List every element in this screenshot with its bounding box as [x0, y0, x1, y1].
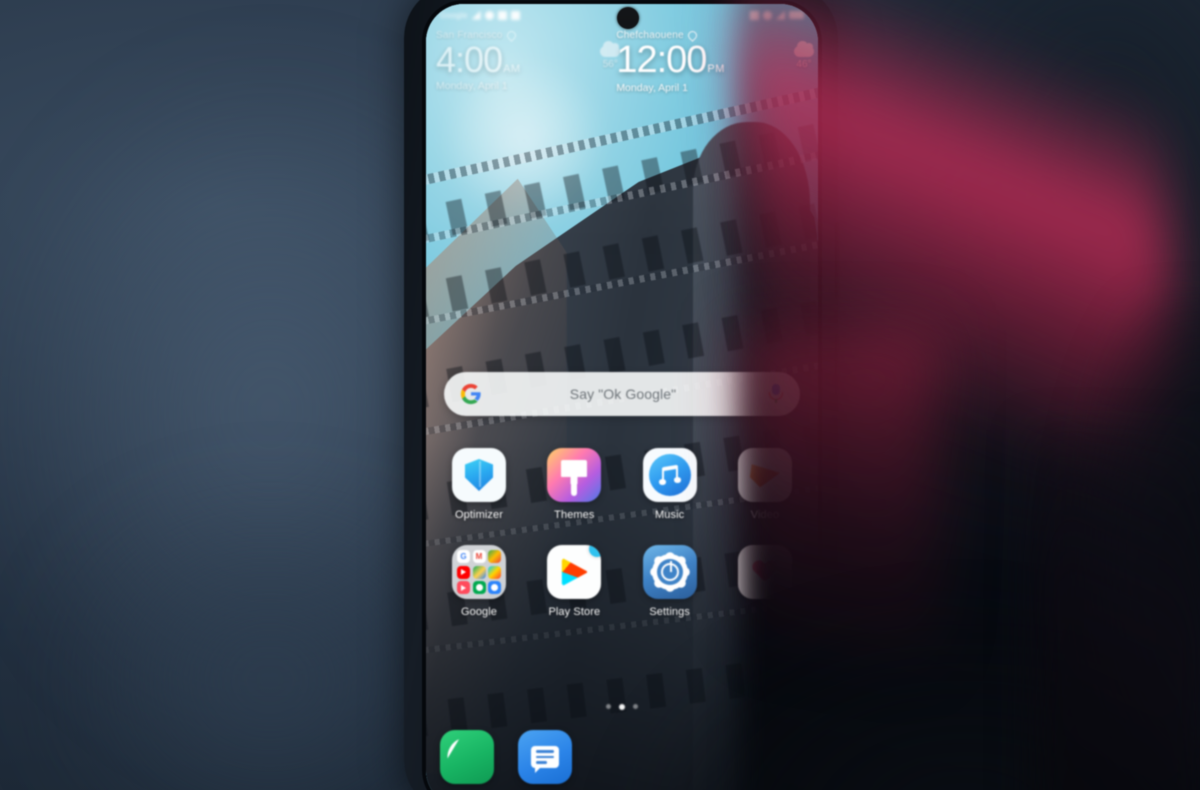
message-bubble-icon [531, 746, 559, 773]
status-bar-left: Google [440, 10, 520, 20]
clock-left-meridiem: AM [503, 63, 521, 75]
clock-right-time: 12:00 [616, 39, 707, 81]
dock-app-phone[interactable] [440, 730, 494, 784]
app-label: Google [460, 606, 498, 618]
app-themes[interactable]: Themes [535, 448, 613, 521]
app-folder-google[interactable]: G M Google [440, 545, 518, 618]
folder-item-gmail: M [472, 550, 486, 563]
folder-item-maps [488, 550, 501, 563]
app-optimizer[interactable]: Optimizer [440, 448, 518, 521]
shield-icon[interactable] [452, 448, 506, 502]
clock-left-date: Monday, April 1 [436, 79, 508, 92]
clock-widget-left[interactable]: San Francisco 4:00 AM Monday, April 1 56… [426, 29, 621, 116]
folder-item-drive [472, 565, 486, 579]
folder-icon[interactable]: G M [452, 545, 506, 599]
bluetooth-icon [484, 10, 494, 20]
carrier-label: Google [440, 10, 468, 20]
app-music[interactable]: Music [631, 448, 709, 521]
foreground-blur-bottom [560, 540, 1200, 790]
app-label: Themes [554, 509, 595, 521]
folder-item-google: G [457, 550, 470, 563]
punch-hole-camera [617, 7, 639, 29]
app-label: Music [655, 509, 685, 521]
app-label: Optimizer [455, 509, 503, 521]
folder-item-duo [472, 581, 486, 594]
music-note-icon[interactable] [642, 448, 697, 502]
folder-item-youtube [457, 565, 470, 579]
location-pin-icon [504, 29, 518, 42]
clock-left-time: 4:00 [436, 39, 503, 80]
signal-icon [471, 10, 481, 20]
alarm-icon [510, 10, 520, 20]
folder-item-photos [457, 581, 470, 594]
clock-left-time-row: 4:00 AM [436, 41, 596, 79]
phone-handset-icon [443, 733, 490, 780]
clock-right-meridiem: PM [707, 63, 725, 75]
wifi-icon [497, 10, 507, 20]
search-placeholder[interactable]: Say "Ok Google" [478, 386, 768, 402]
paintbrush-icon[interactable] [547, 448, 602, 502]
folder-item-meet [488, 581, 501, 594]
photo-scene: Google San Francisco 4:00 AM Monday, Apr… [0, 0, 1200, 790]
folder-item-play [488, 565, 501, 579]
